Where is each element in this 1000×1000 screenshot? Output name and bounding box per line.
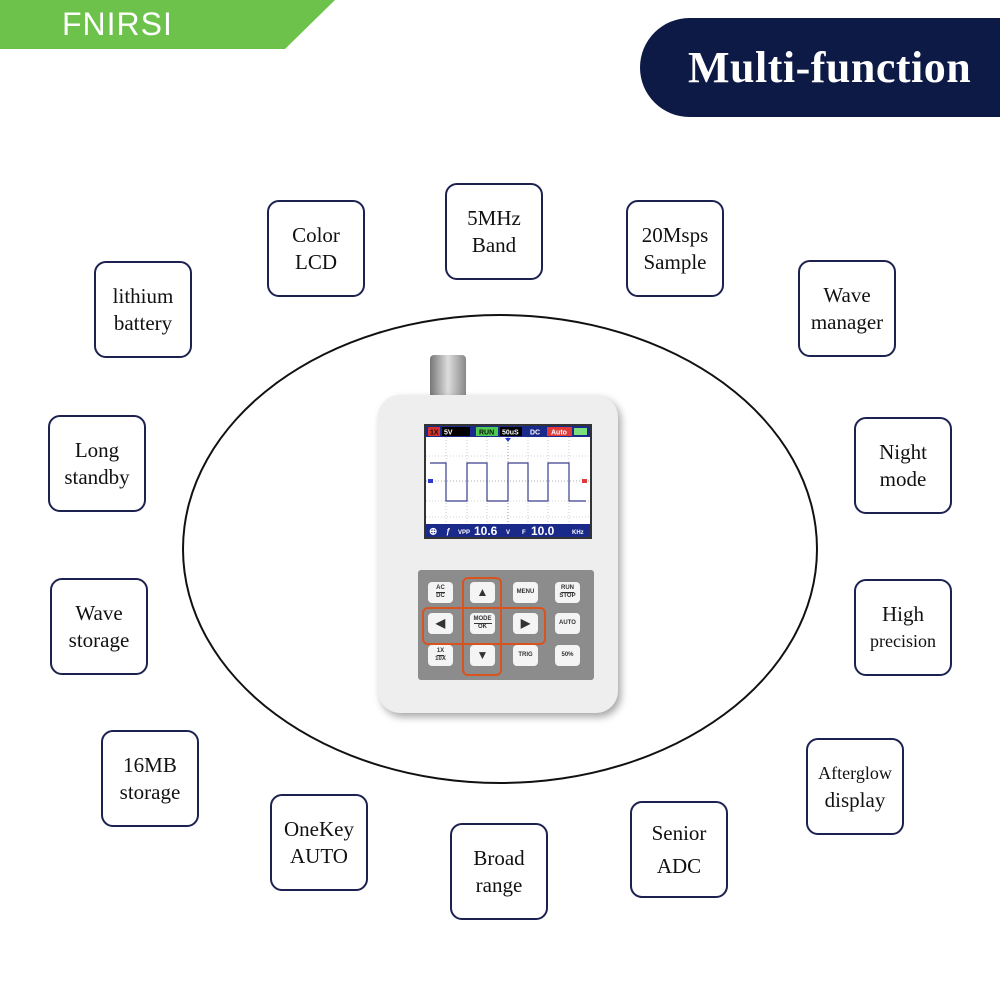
feature-onekey-auto: OneKey AUTO [270,794,368,891]
freq-label: F [522,530,526,536]
key-label: STOP [559,593,576,599]
key-label: 1X [436,648,445,656]
feature-line: storage [119,779,181,804]
key-label: RUN [561,585,574,593]
brand-logo: FNIRSI [62,6,173,42]
oscilloscope-screen: 1X 5V RUN 50uS DC Auto ⊕ ƒ VPP 10.6 V F … [424,424,592,539]
acdc-button[interactable]: AC DC [428,582,453,603]
key-label: MODE [473,616,492,624]
feature-line: mode [879,466,927,491]
timebase-label: 50uS [502,430,519,437]
fifty-percent-button[interactable]: 50% [555,645,580,666]
left-arrow-button[interactable]: ◀ [428,613,453,634]
feature-line: 5MHz [467,205,521,230]
feature-line: battery [113,310,173,335]
feature-high-precision: High precision [854,579,952,676]
freq-value: 10.0 [531,524,555,537]
feature-line: display [824,787,886,812]
keypad: AC DC ▲ MENU RUN STOP ◀ MODE OK ▶ AUTO 1X 10… [418,570,594,680]
volts-label: 5V [444,430,453,437]
feature-line: Long [74,437,120,462]
probe-ratio-button[interactable]: 1X 10X [428,645,453,666]
key-label: 10X [435,656,446,662]
feature-night-mode: Night mode [854,417,952,514]
vpp-value: 10.6 [474,524,498,537]
feature-broad-range: Broad range [450,823,548,920]
key-label: OK [478,624,487,630]
feature-line: range [475,872,523,897]
probe-label: 1X [430,430,439,437]
feature-line: Band [471,232,517,257]
feature-line: Broad [473,845,525,870]
vpp-unit: V [506,530,510,536]
feature-long-standby: Long standby [48,415,146,512]
auto-button[interactable]: AUTO [555,613,580,634]
feature-line: precision [870,630,936,651]
feature-line: standby [64,464,130,489]
up-arrow-button[interactable]: ▲ [470,582,495,603]
feature-wave-manager: Wave manager [798,260,896,357]
feature-line: OneKey [284,816,354,841]
crosshair-icon: ⊕ [429,527,437,538]
feature-wave-storage: Wave storage [50,578,148,675]
trigger-edge-icon: ƒ [446,527,451,536]
feature-line: Night [879,439,927,464]
feature-line: LCD [295,249,337,274]
bnc-connector [430,355,466,400]
feature-line: Wave [75,600,123,625]
feature-line: Senior [651,820,707,845]
feature-line: Sample [643,249,707,274]
feature-line: Wave [823,282,871,307]
vpp-label: VPP [458,530,470,536]
feature-line: ADC [656,853,702,878]
feature-sample-rate: 20Msps Sample [626,200,724,297]
run-state: RUN [479,430,494,437]
feature-afterglow: Afterglow display [806,738,904,835]
feature-line: Color [292,222,340,247]
feature-line: manager [810,309,884,334]
trig-button[interactable]: TRIG [513,645,538,666]
page-title: Multi-function [688,43,972,92]
run-stop-button[interactable]: RUN STOP [555,582,580,603]
feature-color-lcd: Color LCD [267,200,365,297]
freq-unit: KHz [572,530,584,536]
feature-line: 16MB [123,752,177,777]
key-label: DC [436,593,445,599]
coupling-label: DC [530,430,540,437]
feature-battery: lithium battery [94,261,192,358]
feature-senior-adc: Senior ADC [630,801,728,898]
mode-ok-button[interactable]: MODE OK [470,613,495,634]
trigger-mode: Auto [551,430,567,437]
feature-16mb-storage: 16MB storage [101,730,199,827]
menu-button[interactable]: MENU [513,582,538,603]
down-arrow-button[interactable]: ▼ [470,645,495,666]
right-arrow-button[interactable]: ▶ [513,613,538,634]
feature-line: AUTO [290,843,348,868]
feature-line: storage [68,627,130,652]
feature-line: Afterglow [818,762,892,783]
feature-line: lithium [112,283,174,308]
feature-line: High [882,601,924,626]
key-label: AC [436,585,445,593]
feature-bandwidth: 5MHz Band [445,183,543,280]
feature-line: 20Msps [641,222,709,247]
